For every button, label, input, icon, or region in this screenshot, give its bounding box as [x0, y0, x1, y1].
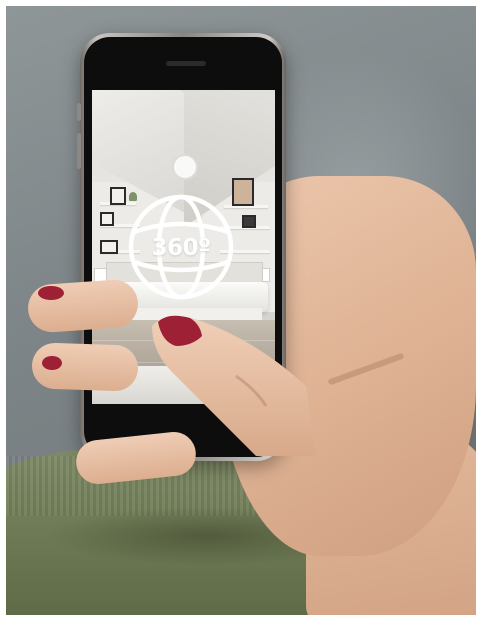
picture-frame: [100, 212, 114, 226]
phone-volume-button: [77, 133, 81, 169]
phone-earpiece: [166, 61, 206, 66]
360-view-badge[interactable]: 360º: [126, 192, 236, 302]
picture-frame: [100, 240, 118, 254]
360-label: 360º: [151, 235, 211, 261]
fingernail: [42, 356, 62, 370]
photo: 360º: [6, 6, 476, 615]
picture-frame: [110, 187, 126, 205]
picture-frame: [242, 215, 256, 228]
phone-mute-switch: [77, 103, 81, 121]
round-window: [172, 154, 198, 180]
thumb: [152, 315, 316, 456]
fingernail: [38, 286, 64, 300]
